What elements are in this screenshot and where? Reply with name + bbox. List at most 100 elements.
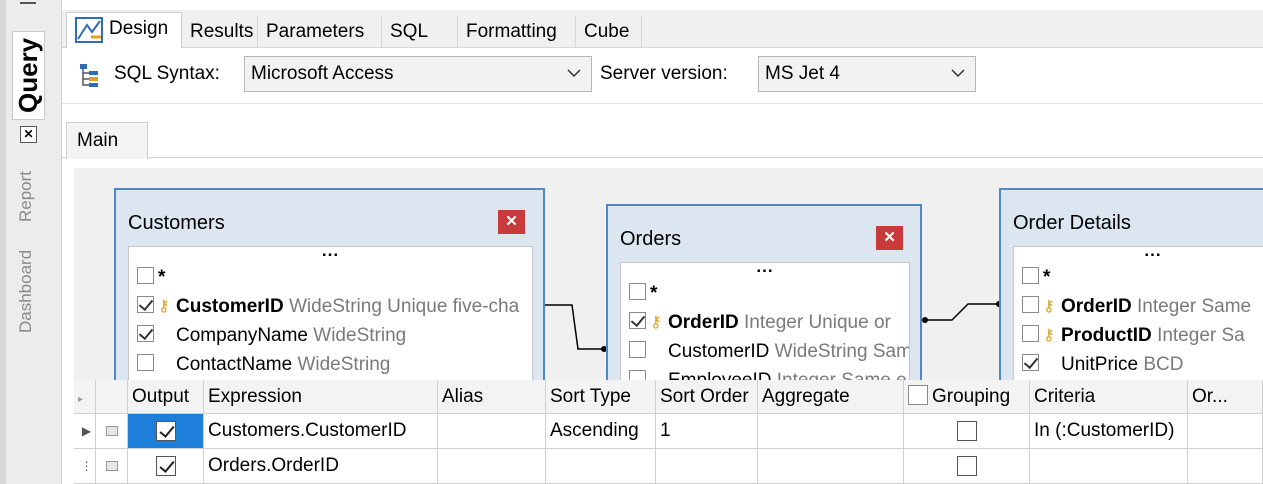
query-grid: ▸ Output Expression Alias Sort Type Sort… xyxy=(74,380,1263,484)
field-row[interactable]: CompanyName WideString xyxy=(129,321,532,350)
expression-cell[interactable]: Orders.OrderID xyxy=(204,449,438,484)
side-tab-report[interactable]: Report xyxy=(16,171,36,222)
col-sort-order[interactable]: Sort Order xyxy=(656,380,758,414)
grouping-checkbox[interactable] xyxy=(956,421,977,441)
or-cell[interactable] xyxy=(1188,414,1263,449)
tab-formatting[interactable]: Formatting xyxy=(458,16,576,48)
table-orders[interactable]: Orders ✕ ... * ⚷ OrderID Integer Unique o… xyxy=(606,204,922,380)
field-row[interactable]: * xyxy=(1014,263,1263,292)
chevron-down-icon xyxy=(567,69,581,78)
field-row[interactable]: * xyxy=(129,263,532,292)
col-output[interactable]: Output xyxy=(128,380,204,414)
field-list: ... * ⚷ OrderID Integer Same ⚷ ProductID I… xyxy=(1013,246,1263,380)
col-criteria[interactable]: Criteria xyxy=(1030,380,1188,414)
table-customers[interactable]: Customers ✕ ... * ⚷ CustomerID WideString… xyxy=(114,188,545,380)
field-row[interactable]: ⚷ OrderID Integer Unique or xyxy=(621,308,909,337)
sub-tab-bar: Main xyxy=(62,118,1263,159)
field-checkbox[interactable] xyxy=(629,370,646,380)
table-row[interactable]: ⋮ Orders.OrderID xyxy=(74,449,1263,484)
pin-icon[interactable] xyxy=(20,2,36,10)
table-title: Orders xyxy=(620,228,682,250)
tree-structure-icon xyxy=(80,64,98,87)
field-row[interactable]: * xyxy=(621,279,909,308)
key-icon: ⚷ xyxy=(650,314,662,332)
chevron-down-icon xyxy=(951,69,965,78)
field-checkbox[interactable] xyxy=(137,267,154,285)
alias-cell[interactable] xyxy=(438,414,546,449)
server-version-select[interactable]: MS Jet 4 xyxy=(758,56,976,92)
field-row[interactable]: EmployeeID Integer Same e xyxy=(621,366,909,380)
tab-parameters[interactable]: Parameters xyxy=(258,16,382,48)
field-row[interactable]: ⚷ ProductID Integer Sa xyxy=(1014,321,1263,350)
field-checkbox[interactable] xyxy=(1022,325,1039,343)
field-list: ... * ⚷ OrderID Integer Unique or Custome… xyxy=(620,262,910,380)
aggregate-cell[interactable] xyxy=(758,414,904,449)
field-checkbox[interactable] xyxy=(629,312,646,330)
field-row[interactable]: ⚷ CustomerID WideString Unique five-cha xyxy=(129,292,532,321)
table-title: Customers xyxy=(128,212,225,234)
tab-design[interactable]: Design xyxy=(66,12,182,49)
expression-cell[interactable]: Customers.CustomerID xyxy=(204,414,438,449)
criteria-cell[interactable] xyxy=(1030,449,1188,484)
output-checkbox[interactable] xyxy=(155,421,176,441)
field-checkbox[interactable] xyxy=(1022,267,1039,285)
tab-cube[interactable]: Cube xyxy=(576,16,642,48)
sort-type-cell[interactable] xyxy=(546,449,656,484)
row-handle[interactable] xyxy=(105,461,118,471)
field-row[interactable]: UnitPrice BCD xyxy=(1014,350,1263,379)
field-checkbox[interactable] xyxy=(137,354,154,372)
col-expression[interactable]: Expression xyxy=(204,380,438,414)
grouping-header-checkbox[interactable] xyxy=(908,384,928,405)
tab-main[interactable]: Main xyxy=(66,122,148,159)
field-checkbox[interactable] xyxy=(1022,296,1039,314)
row-handle[interactable] xyxy=(105,426,118,436)
table-order-details[interactable]: Order Details ... * ⚷ OrderID Integer Sam… xyxy=(999,188,1263,380)
grouping-cell[interactable] xyxy=(904,449,1030,484)
col-aggregate[interactable]: Aggregate xyxy=(758,380,904,414)
sql-syntax-select[interactable]: Microsoft Access xyxy=(244,56,592,92)
table-title: Order Details xyxy=(1013,212,1131,234)
query-toolbar: SQL Syntax: Microsoft Access Server vers… xyxy=(62,48,1263,104)
output-cell[interactable] xyxy=(128,449,204,484)
field-row[interactable]: ⚷ OrderID Integer Same xyxy=(1014,292,1263,321)
field-row[interactable]: ContactName WideString xyxy=(129,350,532,379)
field-checkbox[interactable] xyxy=(629,283,646,301)
field-checkbox[interactable] xyxy=(137,325,154,343)
sql-syntax-label: SQL Syntax: xyxy=(114,63,220,84)
field-checkbox[interactable] xyxy=(629,341,646,359)
grouping-cell[interactable] xyxy=(904,414,1030,449)
field-row[interactable]: CustomerID WideString Sam xyxy=(621,337,909,366)
criteria-cell[interactable]: In (:CustomerID) xyxy=(1030,414,1188,449)
close-icon[interactable]: ✕ xyxy=(498,210,525,234)
close-icon[interactable]: ✕ xyxy=(20,126,37,143)
side-tab-dashboard[interactable]: Dashboard xyxy=(16,250,36,333)
side-tab-query[interactable]: Query xyxy=(12,30,45,120)
key-icon: ⚷ xyxy=(1043,298,1055,316)
tab-results[interactable]: Results xyxy=(182,16,258,48)
table-row[interactable]: ▶ Customers.CustomerID Ascending 1 In (:… xyxy=(74,414,1263,449)
col-or[interactable]: Or... xyxy=(1188,380,1263,414)
grouping-checkbox[interactable] xyxy=(956,456,977,476)
side-edge xyxy=(0,0,6,484)
alias-cell[interactable] xyxy=(438,449,546,484)
field-checkbox[interactable] xyxy=(137,296,154,314)
col-grouping[interactable]: Grouping xyxy=(904,380,1030,414)
sort-order-cell[interactable]: 1 xyxy=(656,414,758,449)
sort-order-cell[interactable] xyxy=(656,449,758,484)
col-alias[interactable]: Alias xyxy=(438,380,546,414)
output-cell[interactable] xyxy=(128,414,204,449)
design-icon xyxy=(75,17,103,43)
top-tab-bar: Design Results Parameters SQL Formatting… xyxy=(62,10,1263,49)
key-icon: ⚷ xyxy=(158,298,170,316)
close-icon[interactable]: ✕ xyxy=(876,226,903,250)
or-cell[interactable] xyxy=(1188,449,1263,484)
field-checkbox[interactable] xyxy=(1022,354,1039,372)
aggregate-cell[interactable] xyxy=(758,449,904,484)
key-icon: ⚷ xyxy=(1043,327,1055,345)
sort-type-cell[interactable]: Ascending xyxy=(546,414,656,449)
query-canvas[interactable]: Customers ✕ ... * ⚷ CustomerID WideString… xyxy=(74,168,1263,380)
side-panel: Query ✕ Report Dashboard xyxy=(0,0,62,484)
tab-sql[interactable]: SQL xyxy=(382,16,458,48)
col-sort-type[interactable]: Sort Type xyxy=(546,380,656,414)
output-checkbox[interactable] xyxy=(155,456,176,476)
